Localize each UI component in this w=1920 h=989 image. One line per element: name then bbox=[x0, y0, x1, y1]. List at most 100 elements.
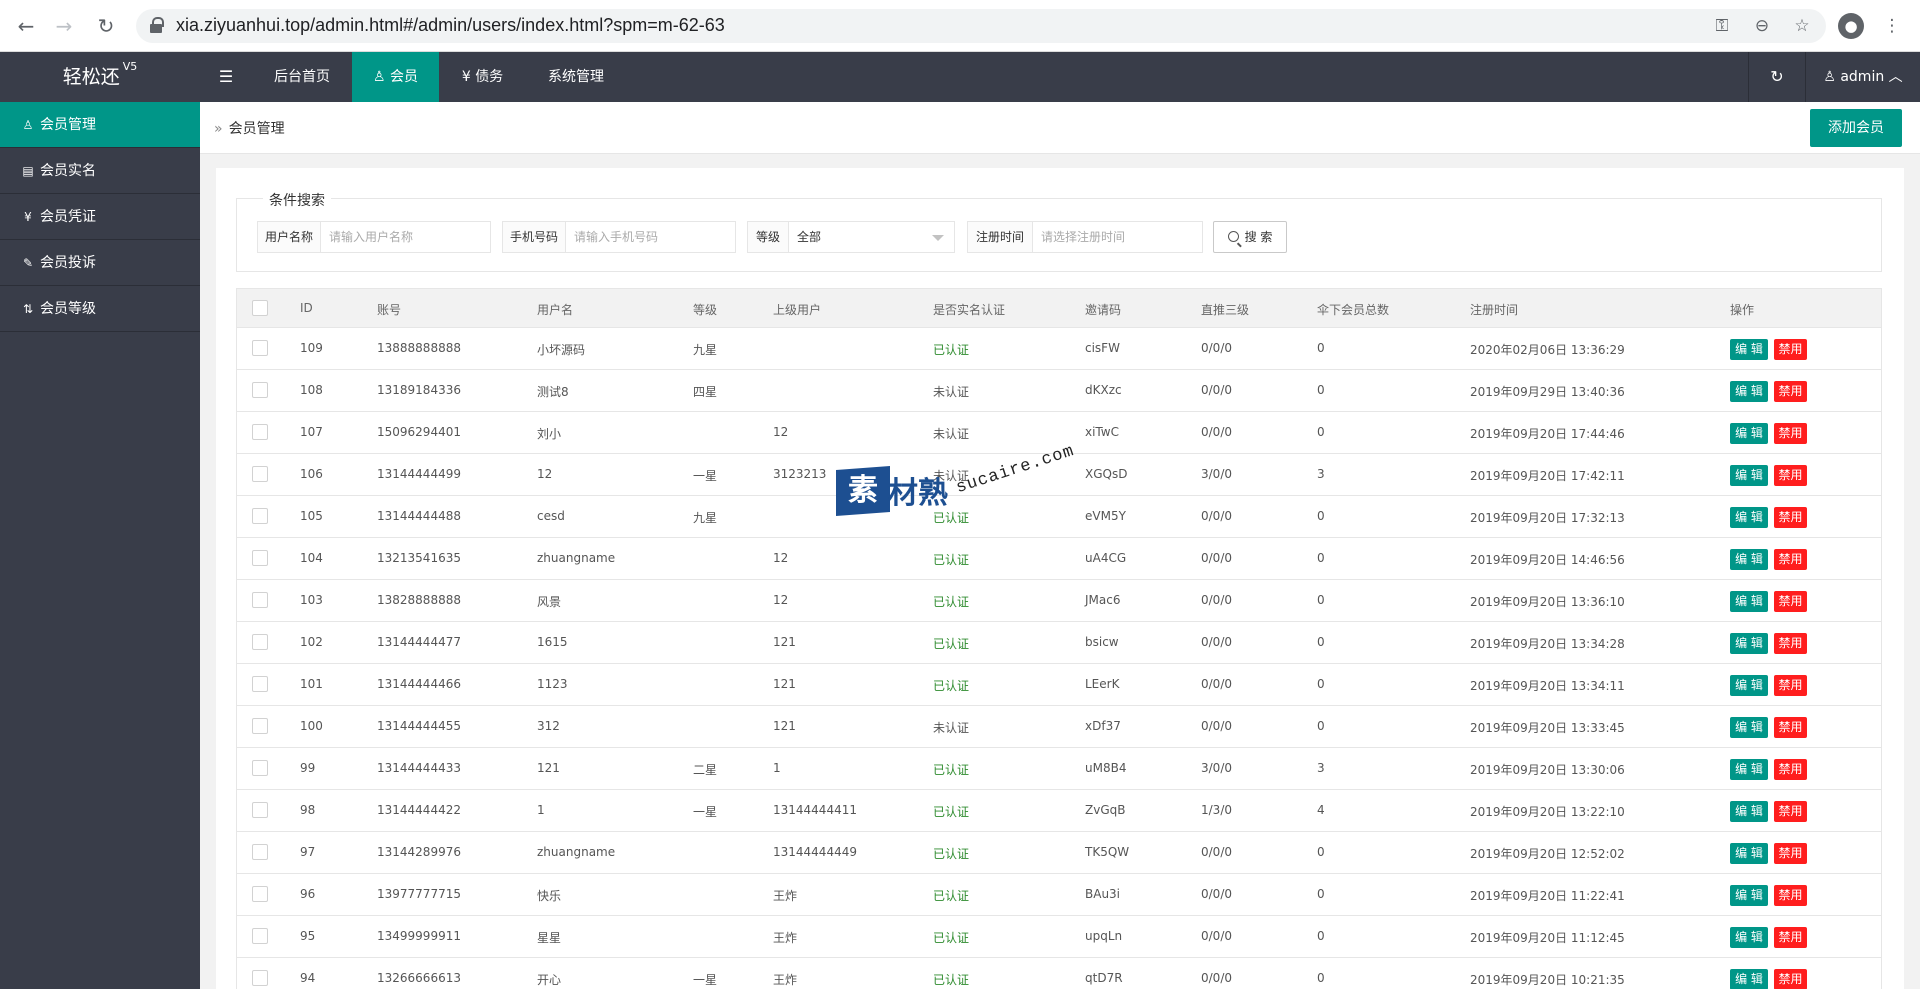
tab-dashboard[interactable]: 后台首页 bbox=[252, 52, 352, 102]
row-checkbox[interactable] bbox=[252, 340, 268, 356]
cell-regtime: 2019年09月20日 13:33:45 bbox=[1470, 721, 1625, 735]
ban-button[interactable]: 禁用 bbox=[1774, 465, 1807, 486]
cell-verified: 未认证 bbox=[933, 427, 970, 441]
ban-button[interactable]: 禁用 bbox=[1774, 843, 1807, 864]
row-checkbox[interactable] bbox=[252, 634, 268, 650]
tab-members[interactable]: ♙ 会员 bbox=[352, 52, 439, 102]
row-checkbox[interactable] bbox=[252, 550, 268, 566]
cell-direct: 0/0/0 bbox=[1201, 677, 1232, 691]
tab-system-settings[interactable]: 系统管理 bbox=[526, 52, 626, 102]
row-checkbox[interactable] bbox=[252, 718, 268, 734]
edit-button[interactable]: 编 辑 bbox=[1730, 675, 1768, 696]
ban-button[interactable]: 禁用 bbox=[1774, 969, 1807, 989]
cell-id: 97 bbox=[300, 845, 316, 859]
edit-button[interactable]: 编 辑 bbox=[1730, 339, 1768, 360]
ban-button[interactable]: 禁用 bbox=[1774, 801, 1807, 822]
row-checkbox[interactable] bbox=[252, 676, 268, 692]
edit-button[interactable]: 编 辑 bbox=[1730, 423, 1768, 444]
ban-button[interactable]: 禁用 bbox=[1774, 507, 1807, 528]
caret-down-icon bbox=[932, 235, 944, 241]
header-actions: 操作 bbox=[1730, 303, 1755, 317]
cell-name: 开心 bbox=[537, 973, 562, 987]
cell-parent: 王炸 bbox=[773, 889, 798, 903]
edit-button[interactable]: 编 辑 bbox=[1730, 633, 1768, 654]
user-menu[interactable]: ♙ admin ︿ bbox=[1806, 52, 1920, 102]
sidebar-item-member-complaint[interactable]: ✎ 会员投诉 bbox=[0, 240, 200, 286]
edit-button[interactable]: 编 辑 bbox=[1730, 381, 1768, 402]
cell-parent: 121 bbox=[773, 677, 796, 691]
star-icon[interactable]: ☆ bbox=[1788, 12, 1816, 40]
edit-button[interactable]: 编 辑 bbox=[1730, 549, 1768, 570]
regtime-input[interactable] bbox=[1033, 221, 1203, 253]
edit-button[interactable]: 编 辑 bbox=[1730, 465, 1768, 486]
edit-button[interactable]: 编 辑 bbox=[1730, 591, 1768, 612]
edit-button[interactable]: 编 辑 bbox=[1730, 969, 1768, 989]
add-member-button[interactable]: 添加会员 bbox=[1810, 109, 1902, 147]
header-username: 用户名 bbox=[537, 303, 574, 317]
user-icon: ♙ bbox=[1823, 69, 1836, 85]
ban-button[interactable]: 禁用 bbox=[1774, 423, 1807, 444]
back-icon[interactable]: ← bbox=[12, 12, 40, 40]
sidebar-item-member-realname[interactable]: ▤ 会员实名 bbox=[0, 148, 200, 194]
ban-button[interactable]: 禁用 bbox=[1774, 885, 1807, 906]
url-text[interactable]: xia.ziyuanhui.top/admin.html#/admin/user… bbox=[176, 15, 725, 36]
select-all-checkbox[interactable] bbox=[252, 300, 268, 316]
edit-button[interactable]: 编 辑 bbox=[1730, 759, 1768, 780]
sidebar-item-member-level[interactable]: ⇅ 会员等级 bbox=[0, 286, 200, 332]
phone-input[interactable] bbox=[566, 221, 736, 253]
cell-name: 刘小 bbox=[537, 427, 562, 441]
reload-icon[interactable]: ↻ bbox=[92, 12, 120, 40]
menu-toggle-icon[interactable]: ☰ bbox=[200, 52, 252, 102]
ban-button[interactable]: 禁用 bbox=[1774, 339, 1807, 360]
sidebar-item-label: 会员实名 bbox=[40, 163, 96, 179]
tab-debt[interactable]: ¥ 债务 bbox=[439, 52, 526, 102]
ban-button[interactable]: 禁用 bbox=[1774, 591, 1807, 612]
ban-button[interactable]: 禁用 bbox=[1774, 717, 1807, 738]
sidebar-item-member-voucher[interactable]: ¥ 会员凭证 bbox=[0, 194, 200, 240]
cell-parent: 121 bbox=[773, 719, 796, 733]
cell-verified: 已认证 bbox=[933, 973, 970, 987]
row-checkbox[interactable] bbox=[252, 760, 268, 776]
cell-direct: 0/0/0 bbox=[1201, 593, 1232, 607]
edit-button[interactable]: 编 辑 bbox=[1730, 843, 1768, 864]
username-input[interactable] bbox=[321, 221, 491, 253]
row-checkbox[interactable] bbox=[252, 886, 268, 902]
row-checkbox[interactable] bbox=[252, 592, 268, 608]
edit-button[interactable]: 编 辑 bbox=[1730, 927, 1768, 948]
edit-button[interactable]: 编 辑 bbox=[1730, 801, 1768, 822]
brand-logo[interactable]: 轻松还 V5 bbox=[0, 52, 200, 102]
ban-button[interactable]: 禁用 bbox=[1774, 759, 1807, 780]
edit-button[interactable]: 编 辑 bbox=[1730, 885, 1768, 906]
row-checkbox[interactable] bbox=[252, 466, 268, 482]
row-checkbox[interactable] bbox=[252, 802, 268, 818]
ban-button[interactable]: 禁用 bbox=[1774, 927, 1807, 948]
key-icon[interactable]: ⚿ bbox=[1708, 12, 1736, 40]
header-parent: 上级用户 bbox=[773, 303, 822, 317]
ban-button[interactable]: 禁用 bbox=[1774, 381, 1807, 402]
cell-regtime: 2019年09月20日 11:22:41 bbox=[1470, 889, 1625, 903]
forward-icon[interactable]: → bbox=[50, 12, 78, 40]
row-checkbox[interactable] bbox=[252, 928, 268, 944]
zoom-out-icon[interactable]: ⊖ bbox=[1748, 12, 1776, 40]
profile-avatar-icon[interactable]: ● bbox=[1838, 13, 1864, 39]
row-checkbox[interactable] bbox=[252, 970, 268, 986]
level-select[interactable]: 全部 bbox=[789, 221, 955, 253]
table-row: 99 13144444433 121 二星 1 已认证 uM8B4 3/0/0 3 2019年09… bbox=[236, 748, 1882, 790]
row-checkbox[interactable] bbox=[252, 424, 268, 440]
row-checkbox[interactable] bbox=[252, 844, 268, 860]
cell-total: 0 bbox=[1317, 971, 1325, 985]
ban-button[interactable]: 禁用 bbox=[1774, 549, 1807, 570]
refresh-icon[interactable]: ↻ bbox=[1749, 52, 1805, 102]
edit-button[interactable]: 编 辑 bbox=[1730, 717, 1768, 738]
row-checkbox[interactable] bbox=[252, 382, 268, 398]
ban-button[interactable]: 禁用 bbox=[1774, 633, 1807, 654]
cell-total: 0 bbox=[1317, 845, 1325, 859]
ban-button[interactable]: 禁用 bbox=[1774, 675, 1807, 696]
edit-button[interactable]: 编 辑 bbox=[1730, 507, 1768, 528]
search-button[interactable]: 搜 索 bbox=[1213, 221, 1287, 253]
sidebar-item-member-management[interactable]: ♙ 会员管理 bbox=[0, 102, 200, 148]
address-bar[interactable]: xia.ziyuanhui.top/admin.html#/admin/user… bbox=[136, 9, 1826, 43]
cell-name: zhuangname bbox=[537, 845, 616, 859]
row-checkbox[interactable] bbox=[252, 508, 268, 524]
more-menu-icon[interactable]: ⋮ bbox=[1878, 12, 1906, 40]
